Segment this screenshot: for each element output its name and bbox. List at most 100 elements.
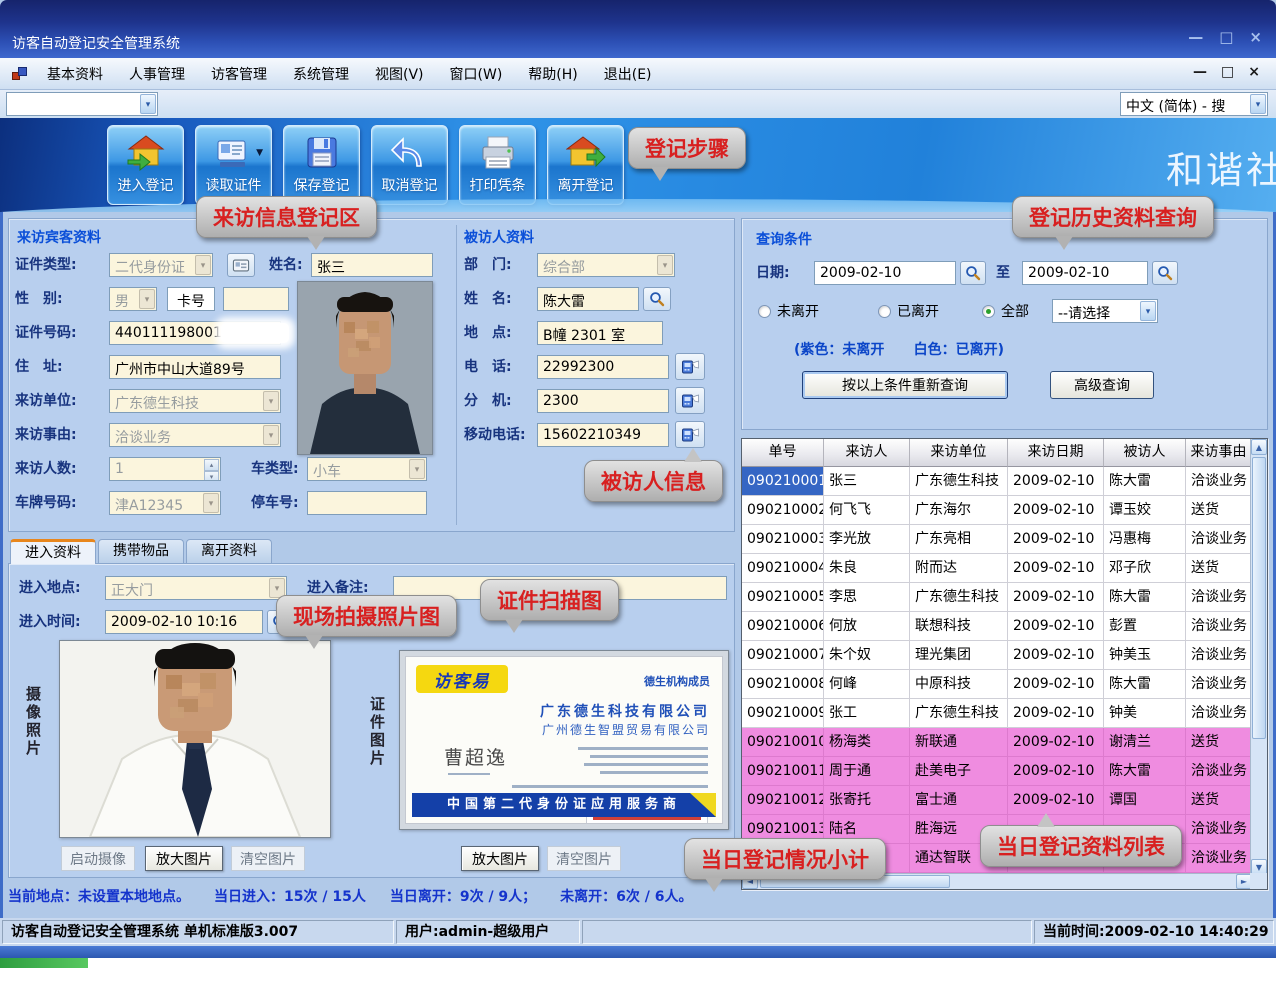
card-logo: 访客易 [416, 665, 508, 693]
vehicle-type-label: 车类型: [251, 461, 299, 478]
tab-3[interactable]: 离开资料 [186, 539, 272, 564]
table-row[interactable]: 090210004朱良附而达2009-02-10邓子欣送货 [742, 526, 1252, 555]
card-detail-line [590, 755, 708, 758]
table-row[interactable]: 090210013陆名胜海远洽谈业务 [742, 787, 1252, 816]
scan-clear-button[interactable]: 清空图片 [547, 846, 621, 871]
camera-start-button[interactable]: 启动摄像 [61, 846, 135, 871]
phone-field[interactable]: 22992300 [537, 355, 669, 379]
callout-id-scan: 证件扫描图 [480, 579, 619, 621]
quick-select-combo[interactable]: ▾ [6, 92, 158, 116]
table-row[interactable]: 090210005李思广东德生科技2009-02-10陈大雷洽谈业务 [742, 555, 1252, 584]
location-field[interactable]: B幢 2301 室 [537, 321, 663, 345]
table-row[interactable]: 090210006何放联想科技2009-02-10彭置洽谈业务 [742, 584, 1252, 613]
vertical-scrollbar[interactable]: ▲ ▼ [1250, 439, 1267, 875]
mdi-restore-icon[interactable]: □ [1221, 64, 1234, 80]
ext-field[interactable]: 2300 [537, 389, 669, 413]
entry-tabs: 进入资料携带物品离开资料 [10, 539, 274, 564]
minimize-icon[interactable]: — [1188, 28, 1203, 46]
toolbar-button-print[interactable]: 打印凭条 [459, 125, 536, 205]
radio-1[interactable]: 未离开 [758, 301, 819, 321]
date-to-picker-button[interactable] [1152, 261, 1178, 285]
statusbar-app: 访客自动登记安全管理系统 单机标准版3.007 [2, 920, 394, 944]
menu-item-7[interactable]: 帮助(H) [515, 59, 590, 89]
scan-zoom-button[interactable]: 放大图片 [461, 846, 539, 871]
card-detail-line [448, 773, 490, 775]
dept-label: 部 门: [464, 257, 512, 274]
camera-clear-button[interactable]: 清空图片 [231, 846, 305, 871]
radio-3[interactable]: 全部 [982, 301, 1029, 321]
dial-mobile-button[interactable] [675, 421, 705, 448]
advanced-query-button[interactable]: 高级查询 [1050, 371, 1154, 399]
menu-item-2[interactable]: 人事管理 [116, 59, 198, 89]
date-from-picker-button[interactable] [960, 261, 986, 285]
scanned-card: 访客易 德生机构成员 广东德生科技有限公司 广州德生智盟贸易有限公司 曹超逸 中… [405, 656, 723, 824]
vertical-scroll-thumb[interactable] [1252, 457, 1266, 739]
spin-down-icon: ▾ [204, 471, 219, 481]
card-footer-band: 中国第二代身份证应用服务商 [412, 793, 716, 817]
menu-item-8[interactable]: 退出(E) [591, 59, 665, 89]
toolbar-button-read[interactable]: ▼读取证件 [195, 125, 272, 205]
radio-dot-icon[interactable] [758, 305, 771, 318]
requery-button[interactable]: 按以上条件重新查询 [802, 371, 1008, 399]
table-row[interactable]: 090210011周于通赴美电子2009-02-10陈大雷洽谈业务 [742, 729, 1252, 758]
menu-item-3[interactable]: 访客管理 [198, 59, 280, 89]
table-row[interactable]: 090210001张三广东德生科技2009-02-10陈大雷洽谈业务 [742, 439, 1252, 468]
tab-1[interactable]: 进入资料 [10, 539, 96, 564]
dropdown-arrow-icon[interactable]: ▾ [140, 94, 156, 114]
camera-zoom-button[interactable]: 放大图片 [145, 846, 223, 871]
visitee-name-field[interactable]: 陈大雷 [537, 287, 639, 311]
mdi-close-icon[interactable]: × [1248, 64, 1260, 80]
entry-time-field[interactable]: 2009-02-10 10:16 [105, 610, 263, 634]
table-row[interactable]: 090210007朱个奴理光集团2009-02-10钟美玉洽谈业务 [742, 613, 1252, 642]
card-reader-button[interactable] [227, 253, 255, 277]
table-row[interactable]: 090210009张工广东德生科技2009-02-10钟美洽谈业务 [742, 671, 1252, 700]
read-id-card-icon [214, 134, 254, 172]
toolbar-button-leave[interactable]: 离开登记 [547, 125, 624, 205]
card-detail-line [600, 771, 708, 774]
radio-dot-icon[interactable] [982, 305, 995, 318]
dial-ext-button[interactable] [675, 387, 705, 414]
close-icon[interactable]: × [1249, 28, 1262, 46]
mdi-minimize-icon[interactable]: — [1193, 64, 1207, 80]
mobile-field[interactable]: 15602210349 [537, 423, 669, 447]
menu-item-5[interactable]: 视图(V) [362, 59, 437, 89]
restore-icon[interactable]: □ [1219, 28, 1233, 46]
menu-item-1[interactable]: 基本资料 [34, 59, 116, 89]
table-row[interactable]: 090210003李光放广东亮相2009-02-10冯惠梅洽谈业务 [742, 497, 1252, 526]
table-body: 090210001张三广东德生科技2009-02-10陈大雷洽谈业务090210… [742, 439, 1267, 845]
table-row[interactable]: 090210002何飞飞广东海尔2009-02-10谭玉姣送货 [742, 468, 1252, 497]
radio-2[interactable]: 已离开 [878, 301, 939, 321]
dropdown-arrow-icon[interactable]: ▼ [256, 148, 263, 158]
query-section-title: 查询条件 [756, 229, 812, 249]
dropdown-arrow-icon[interactable]: ▾ [1250, 94, 1266, 114]
language-combo[interactable]: 中文 (简体) - 搜 ▾ [1120, 92, 1268, 116]
dial-phone-button[interactable] [675, 353, 705, 380]
date-from-field[interactable]: 2009-02-10 [814, 261, 956, 285]
leave-registration-icon [566, 134, 606, 172]
table-row[interactable]: 090210010杨海类新联通2009-02-10谢清兰送货 [742, 700, 1252, 729]
menu-item-6[interactable]: 窗口(W) [437, 59, 516, 89]
table-row[interactable]: 090210012张寄托富士通2009-02-10谭国送货 [742, 758, 1252, 787]
tab-2[interactable]: 携带物品 [98, 539, 184, 564]
card-company2: 广州德生智盟贸易有限公司 [542, 721, 710, 738]
visitee-search-button[interactable] [643, 287, 671, 311]
toolbar-button-cancel[interactable]: 取消登记 [371, 125, 448, 205]
address-field[interactable]: 广州市中山大道89号 [109, 355, 281, 379]
visitor-name-field[interactable]: 张三 [311, 253, 433, 277]
toolbar-button-label: 进入登记 [118, 175, 174, 195]
radio-dot-icon[interactable] [878, 305, 891, 318]
scroll-up-icon[interactable]: ▲ [1251, 439, 1267, 455]
table-row[interactable]: 090210008何峰中原科技2009-02-10陈大雷洽谈业务 [742, 642, 1252, 671]
toolbar-button-save[interactable]: 保存登记 [283, 125, 360, 205]
window-edge-left [0, 116, 3, 958]
menu-item-4[interactable]: 系统管理 [280, 59, 362, 89]
daily-summary-line: 当前地点：未设置本地地点。 当日进入：15次 / 15人 当日离开：9次 / 9… [8, 886, 768, 906]
brand-text: 和谐社 [1166, 140, 1276, 194]
dropdown-arrow-icon[interactable]: ▾ [1140, 301, 1156, 321]
calendar-search-icon [1157, 265, 1173, 281]
toolbar-button-enter[interactable]: 进入登记 [107, 125, 184, 205]
date-to-field[interactable]: 2009-02-10 [1022, 261, 1148, 285]
color-legend: (紫色：未离开 白色：已离开) [794, 339, 1004, 359]
visit-unit-select: 广东德生科技▾ [109, 389, 281, 413]
status-filter-select[interactable]: --请选择▾ [1052, 299, 1158, 323]
